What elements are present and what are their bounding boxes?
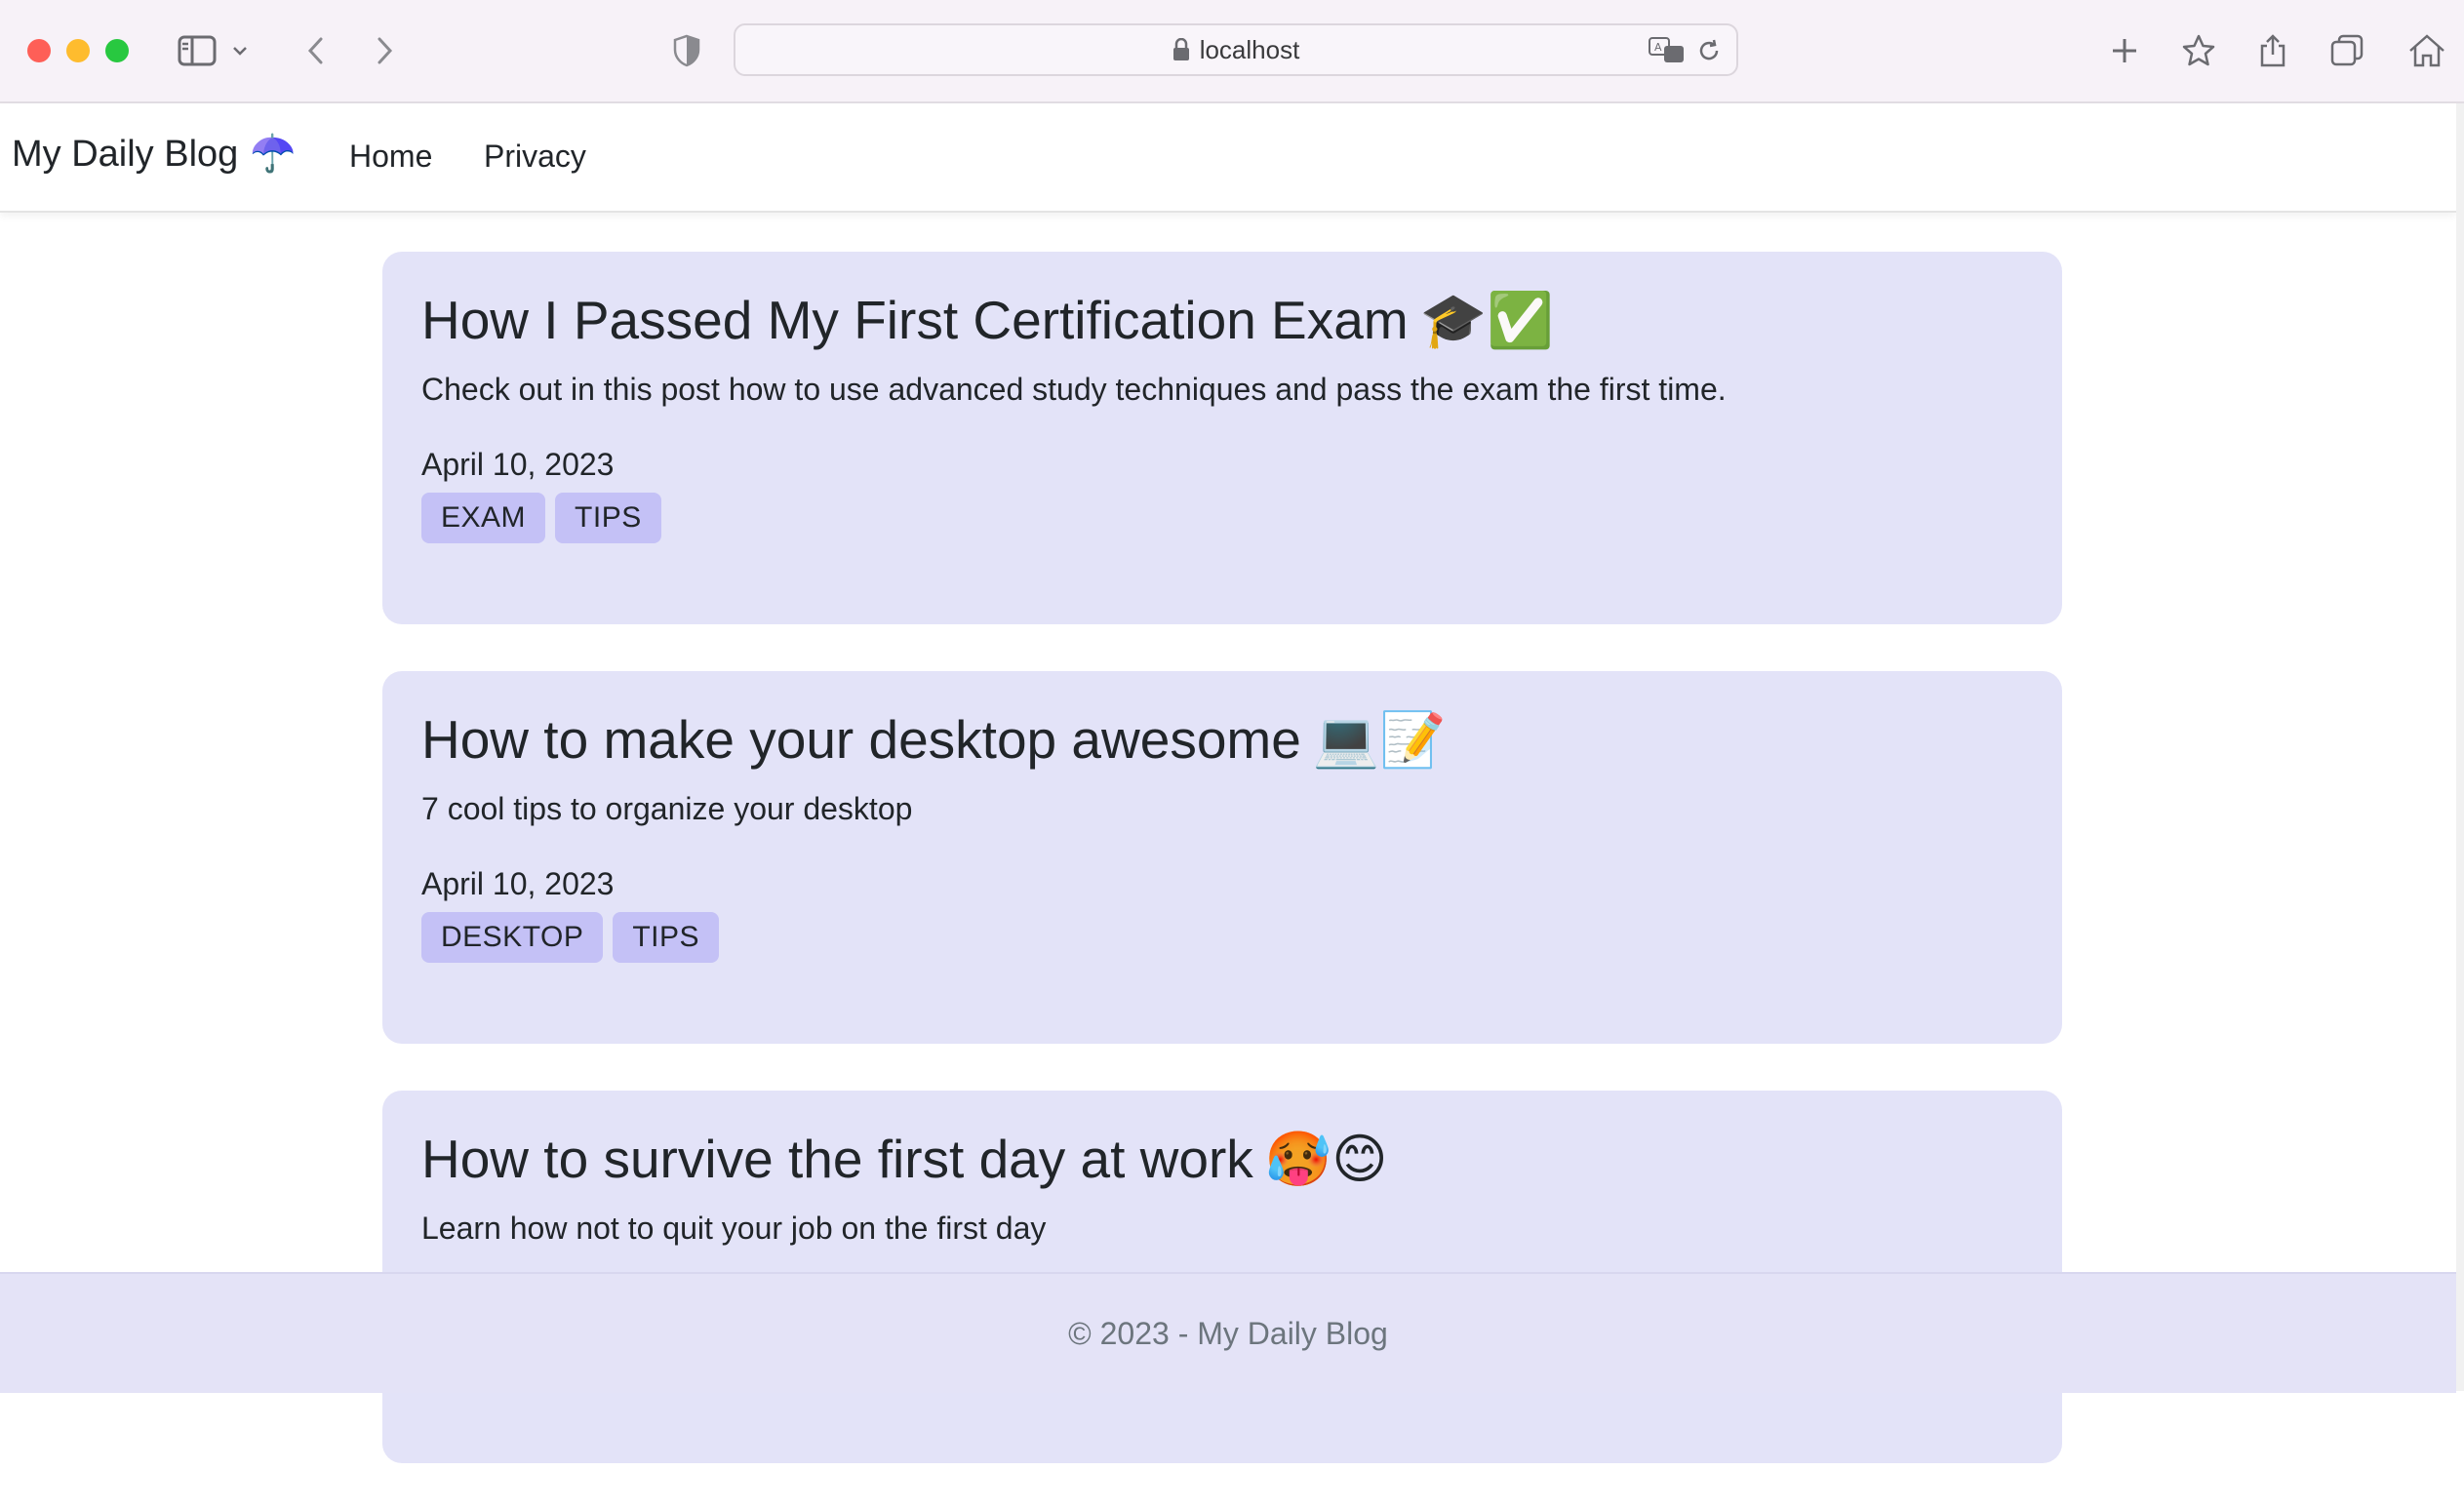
svg-text:A: A [1654, 41, 1662, 54]
post-title[interactable]: How to make your desktop awesome 💻📝 [421, 710, 2023, 770]
post-tags: EXAM TIPS [421, 493, 2023, 544]
address-bar[interactable]: localhost A [734, 23, 1738, 76]
reload-icon[interactable] [1695, 37, 1723, 69]
post-emojis: 🥵😊 [1264, 1129, 1388, 1189]
post-card[interactable]: How to make your desktop awesome 💻📝 7 co… [382, 671, 2062, 1044]
tag-badge[interactable]: EXAM [421, 493, 546, 544]
back-icon[interactable] [293, 27, 339, 74]
post-title-text: How I Passed My First Certification Exam [421, 290, 1409, 350]
lock-icon [1172, 38, 1190, 61]
home-icon[interactable] [2404, 27, 2450, 74]
brand-text: My Daily Blog [12, 133, 239, 175]
sidebar-icon[interactable] [174, 27, 220, 74]
forward-icon[interactable] [361, 27, 408, 74]
post-emojis: 💻📝 [1312, 709, 1447, 770]
post-description: 7 cool tips to organize your desktop [421, 790, 913, 826]
minimize-window-button[interactable] [66, 39, 90, 62]
post-title-text: How to survive the first day at work [421, 1129, 1253, 1189]
tag-badge[interactable]: TIPS [555, 493, 661, 544]
post-card[interactable]: How I Passed My First Certification Exam… [382, 252, 2062, 624]
post-tags: DESKTOP TIPS [421, 912, 2023, 964]
star-icon[interactable] [2175, 27, 2222, 74]
share-icon[interactable] [2249, 27, 2296, 74]
post-date: April 10, 2023 [421, 866, 615, 902]
browser-toolbar: localhost A [0, 0, 2464, 103]
post-description: Check out in this post how to use advanc… [421, 371, 1727, 407]
site-navbar: My Daily Blog ☂️ Home Privacy [0, 103, 2456, 213]
post-date: April 10, 2023 [421, 447, 615, 483]
zoom-window-button[interactable] [105, 39, 129, 62]
close-window-button[interactable] [27, 39, 51, 62]
scrollbar-track[interactable] [2456, 103, 2464, 1391]
footer-text: © 2023 - My Daily Blog [1068, 1315, 1388, 1351]
plus-icon[interactable] [2101, 27, 2148, 74]
translate-icon[interactable]: A [1649, 37, 1686, 69]
chevron-down-icon[interactable] [226, 27, 254, 74]
umbrella-icon: ☂️ [250, 134, 297, 175]
post-emojis: 🎓✅ [1419, 290, 1554, 350]
nav-link-home[interactable]: Home [349, 139, 432, 175]
post-title[interactable]: How to survive the first day at work 🥵😊 [421, 1130, 2023, 1189]
tag-badge[interactable]: DESKTOP [421, 912, 604, 964]
tabs-icon[interactable] [2324, 27, 2370, 74]
url-text: localhost [1199, 34, 1300, 64]
post-title[interactable]: How I Passed My First Certification Exam… [421, 291, 2023, 350]
post-description: Learn how not to quit your job on the fi… [421, 1210, 1047, 1246]
brand-link[interactable]: My Daily Blog ☂️ [12, 133, 297, 176]
nav-link-privacy[interactable]: Privacy [484, 139, 586, 175]
tag-badge[interactable]: TIPS [613, 912, 720, 964]
site-footer: © 2023 - My Daily Blog [0, 1272, 2456, 1393]
shield-icon[interactable] [663, 27, 710, 74]
post-title-text: How to make your desktop awesome [421, 709, 1301, 770]
